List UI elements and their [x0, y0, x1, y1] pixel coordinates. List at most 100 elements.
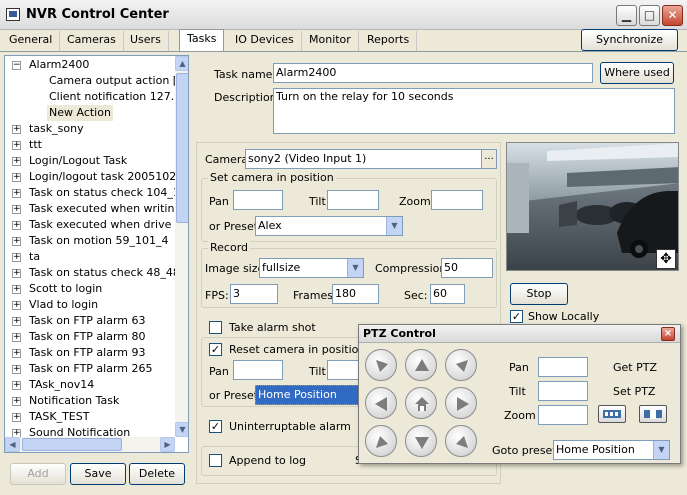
tree-item[interactable]: Task executed when writing e — [29, 201, 188, 217]
tree-item[interactable]: Scott to login — [29, 281, 102, 297]
scroll-down-icon[interactable]: ▼ — [175, 422, 188, 437]
tree-item[interactable]: Task on motion 59_101_4 — [29, 233, 168, 249]
tree-item[interactable]: Task on FTP alarm 80 — [29, 329, 146, 345]
scroll-right-icon[interactable]: ▶ — [160, 437, 175, 452]
ptz-down-button[interactable] — [405, 425, 437, 457]
camera-browse-button[interactable]: ... — [481, 150, 496, 168]
expand-icon[interactable]: + — [12, 333, 21, 342]
expand-icon[interactable]: + — [12, 221, 21, 230]
delete-button[interactable]: Delete — [129, 463, 185, 485]
tab-general[interactable]: General — [2, 31, 61, 51]
synchronize-button[interactable]: Synchronize — [581, 29, 678, 51]
tree-item[interactable]: Alarm2400 — [29, 57, 89, 73]
expand-icon[interactable]: + — [12, 349, 21, 358]
alarm-shot-checkbox[interactable] — [209, 321, 222, 334]
close-button[interactable]: ✕ — [662, 5, 683, 26]
collapse-icon[interactable]: − — [12, 61, 21, 70]
minimize-button[interactable]: ▁ — [616, 5, 637, 26]
scroll-thumb[interactable] — [176, 73, 188, 223]
expand-icon[interactable]: + — [12, 317, 21, 326]
stop-button[interactable]: Stop — [510, 283, 568, 305]
tree-item[interactable]: Client notification 127.0.0. — [49, 89, 188, 105]
camera-field[interactable]: sony2 (Video Input 1) — [245, 149, 497, 169]
pan-input[interactable] — [233, 190, 283, 210]
expand-icon[interactable]: + — [12, 157, 21, 166]
scroll-thumb[interactable] — [22, 438, 122, 451]
ptz-home-button[interactable] — [405, 387, 437, 419]
ptz-pan-input[interactable] — [538, 357, 588, 377]
chevron-down-icon[interactable]: ▼ — [386, 217, 402, 235]
tilt-input[interactable] — [327, 190, 379, 210]
ptz-close-icon[interactable]: × — [661, 327, 675, 341]
expand-icon[interactable]: + — [12, 301, 21, 310]
goto-preset-select[interactable]: Home Position ▼ — [553, 440, 670, 460]
expand-icon[interactable]: + — [12, 237, 21, 246]
task-tree[interactable]: − Alarm2400 Camera output action [sor Cl… — [4, 55, 189, 453]
ptz-up-left-button[interactable] — [365, 349, 397, 381]
set-ptz-button[interactable] — [639, 405, 667, 423]
uninterruptable-checkbox[interactable]: ✓ — [209, 420, 222, 433]
tab-io-devices[interactable]: IO Devices — [228, 31, 302, 51]
zoom-input[interactable] — [431, 190, 483, 210]
expand-icon[interactable]: + — [12, 413, 21, 422]
tree-horizontal-scrollbar[interactable]: ◀ ▶ — [5, 437, 175, 452]
tree-item[interactable]: Task on FTP alarm 93 — [29, 345, 146, 361]
tree-item[interactable]: Task on status check 48_48 — [29, 265, 180, 281]
tree-item[interactable]: Camera output action [sor — [49, 73, 188, 89]
tree-item[interactable]: task_sony — [29, 121, 84, 137]
ptz-left-button[interactable] — [365, 387, 397, 419]
reset-pan-input[interactable] — [233, 360, 283, 380]
ptz-right-button[interactable] — [445, 387, 477, 419]
tree-item[interactable]: ta — [29, 249, 40, 265]
reset-position-checkbox[interactable]: ✓ — [209, 343, 222, 356]
compression-input[interactable]: 50 — [441, 258, 493, 278]
tree-item[interactable]: Login/logout task 200510241 — [29, 169, 188, 185]
ptz-down-left-button[interactable] — [365, 425, 397, 457]
ptz-tilt-input[interactable] — [538, 381, 588, 401]
image-size-select[interactable]: fullsize ▼ — [259, 258, 364, 278]
ptz-up-button[interactable] — [405, 349, 437, 381]
ptz-up-right-button[interactable] — [445, 349, 477, 381]
tab-monitor[interactable]: Monitor — [302, 31, 359, 51]
expand-icon[interactable]: + — [12, 381, 21, 390]
get-ptz-button[interactable] — [598, 405, 626, 423]
sec-input[interactable]: 60 — [430, 284, 465, 304]
save-button[interactable]: Save — [70, 463, 126, 485]
tree-item[interactable]: Task on status check 104_10 — [29, 185, 187, 201]
description-textarea[interactable]: Turn on the relay for 10 seconds — [273, 88, 675, 134]
scroll-left-icon[interactable]: ◀ — [5, 437, 20, 452]
expand-icon[interactable]: + — [12, 173, 21, 182]
expand-icon[interactable]: + — [12, 285, 21, 294]
ptz-zoom-input[interactable] — [538, 405, 588, 425]
ptz-down-right-button[interactable] — [445, 425, 477, 457]
tree-item[interactable]: Task on FTP alarm 265 — [29, 361, 153, 377]
preset-select[interactable]: Alex ▼ — [255, 216, 403, 236]
tree-item[interactable]: TAsk_nov14 — [29, 377, 94, 393]
fps-input[interactable]: 3 — [230, 284, 278, 304]
expand-icon[interactable]: + — [12, 205, 21, 214]
expand-icon[interactable]: + — [12, 125, 21, 134]
tab-cameras[interactable]: Cameras — [60, 31, 124, 51]
tab-tasks[interactable]: Tasks — [179, 29, 225, 51]
expand-icon[interactable]: + — [12, 189, 21, 198]
tree-item-selected[interactable]: New Action — [47, 105, 113, 121]
expand-icon[interactable]: + — [12, 253, 21, 262]
task-name-input[interactable]: Alarm2400 — [273, 63, 593, 83]
tree-item[interactable]: Task on FTP alarm 63 — [29, 313, 146, 329]
tab-reports[interactable]: Reports — [360, 31, 418, 51]
expand-icon[interactable]: + — [12, 269, 21, 278]
chevron-down-icon[interactable]: ▼ — [347, 259, 363, 277]
tree-item[interactable]: TASK_TEST — [29, 409, 89, 425]
where-used-button[interactable]: Where used — [600, 62, 674, 84]
add-button[interactable]: Add — [10, 463, 66, 485]
frames-input[interactable]: 180 — [332, 284, 379, 304]
tree-item[interactable]: Vlad to login — [29, 297, 98, 313]
tree-item[interactable]: ttt — [29, 137, 42, 153]
expand-icon[interactable]: + — [12, 397, 21, 406]
tab-users[interactable]: Users — [123, 31, 169, 51]
maximize-button[interactable]: □ — [639, 5, 660, 26]
append-log-checkbox[interactable] — [209, 454, 222, 467]
tree-item[interactable]: Notification Task — [29, 393, 119, 409]
scroll-up-icon[interactable]: ▲ — [175, 56, 188, 71]
expand-icon[interactable]: + — [12, 141, 21, 150]
